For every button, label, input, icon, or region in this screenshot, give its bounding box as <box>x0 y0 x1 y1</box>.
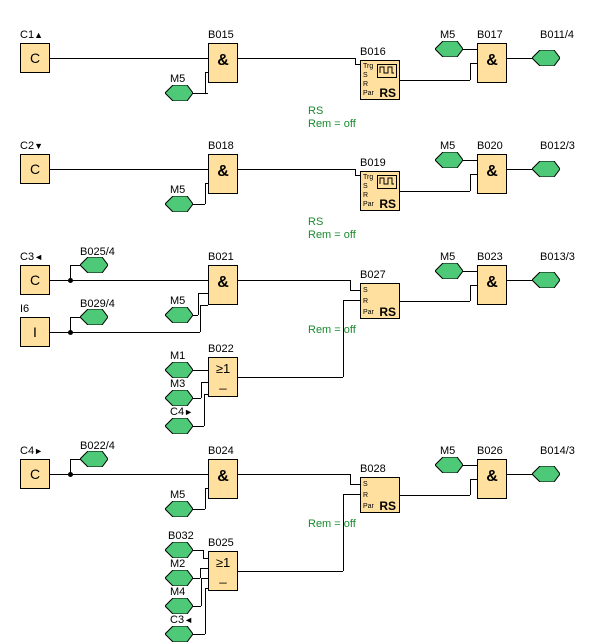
label-B027: B027 <box>360 269 386 281</box>
label-M5-1: M5 <box>170 73 185 85</box>
label-M5-7: M5 <box>170 489 185 501</box>
block-B026[interactable]: & <box>477 459 507 499</box>
param-B016: RS Rem = off <box>308 105 356 131</box>
param-B019: RS Rem = off <box>308 216 356 242</box>
flag-M5-3 <box>165 196 193 212</box>
label-B024: B024 <box>208 445 234 457</box>
flag-M5-7 <box>165 501 193 517</box>
block-B023[interactable]: & <box>477 265 507 305</box>
label-M5-4: M5 <box>440 140 455 152</box>
input-I6[interactable]: I <box>20 317 50 347</box>
label-B025: B025 <box>208 537 234 549</box>
diagram-canvas: { "inputs": { "C1": "C", "C2": "C", "C3"… <box>0 0 607 640</box>
label-B014: B014/3 <box>540 445 575 457</box>
flag-M4 <box>165 598 193 614</box>
label-B015: B015 <box>208 29 234 41</box>
label-C2: C2▼ <box>20 140 43 152</box>
input-C4[interactable]: C <box>20 459 50 489</box>
block-B022[interactable]: ≥1_ <box>208 357 238 397</box>
flag-M3 <box>165 390 193 406</box>
label-C3: C3◄ <box>20 251 43 263</box>
label-C4: C4► <box>20 445 43 457</box>
label-B013: B013/3 <box>540 251 575 263</box>
label-B011: B011/4 <box>540 29 574 41</box>
label-I6: I6 <box>20 303 29 315</box>
flag-M2 <box>165 570 193 586</box>
label-M5-6: M5 <box>440 251 455 263</box>
block-B015[interactable]: & <box>208 43 238 83</box>
label-C3i: C3◄ <box>170 614 193 626</box>
label-B018: B018 <box>208 140 234 152</box>
label-B016: B016 <box>360 46 386 58</box>
flag-B013 <box>532 272 560 288</box>
label-M5-3: M5 <box>170 184 185 196</box>
flag-B029-4 <box>80 309 108 325</box>
flag-M5-8 <box>435 457 463 473</box>
label-M5-8: M5 <box>440 445 455 457</box>
input-C2[interactable]: C <box>20 154 50 184</box>
label-B028: B028 <box>360 463 386 475</box>
flag-B011 <box>532 50 560 66</box>
flag-C4i <box>165 418 193 434</box>
label-B022: B022 <box>208 343 234 355</box>
flag-M5-4 <box>435 152 463 168</box>
label-B020: B020 <box>477 140 503 152</box>
block-B028[interactable]: S R Par RS <box>360 477 400 513</box>
block-B024[interactable]: & <box>208 459 238 499</box>
label-B032: B032 <box>168 530 194 542</box>
flag-B025-4 <box>80 257 108 273</box>
flag-M5-6 <box>435 263 463 279</box>
input-C1[interactable]: C <box>20 43 50 73</box>
label-C4i: C4► <box>170 406 193 418</box>
block-B020[interactable]: & <box>477 154 507 194</box>
block-B027[interactable]: S R Par RS <box>360 283 400 319</box>
flag-M1 <box>165 362 193 378</box>
label-M5-2: M5 <box>440 29 455 41</box>
param-B028: Rem = off <box>308 518 356 531</box>
block-B019[interactable]: Trg S R Par RS <box>360 171 400 211</box>
label-B012: B012/3 <box>540 140 575 152</box>
label-M3: M3 <box>170 378 185 390</box>
label-B026: B026 <box>477 445 503 457</box>
flag-M5-2 <box>435 41 463 57</box>
block-B021[interactable]: & <box>208 265 238 305</box>
input-C3[interactable]: C <box>20 265 50 295</box>
label-B019: B019 <box>360 157 386 169</box>
label-M2: M2 <box>170 558 185 570</box>
label-B021: B021 <box>208 251 234 263</box>
label-B023: B023 <box>477 251 503 263</box>
label-M4: M4 <box>170 586 185 598</box>
label-C1: C1▲ <box>20 29 43 41</box>
flag-M5-1 <box>165 85 193 101</box>
block-B017[interactable]: & <box>477 43 507 83</box>
block-B018[interactable]: & <box>208 154 238 194</box>
label-M5-5: M5 <box>170 295 185 307</box>
block-B025[interactable]: ≥1_ <box>208 551 238 591</box>
flag-B014 <box>532 466 560 482</box>
label-M1: M1 <box>170 350 185 362</box>
flag-M5-5 <box>165 307 193 323</box>
param-B027: Rem = off <box>308 324 356 337</box>
label-B017: B017 <box>477 29 503 41</box>
flag-B012 <box>532 161 560 177</box>
flag-B032 <box>165 542 193 558</box>
block-B016[interactable]: Trg S R Par RS <box>360 60 400 100</box>
flag-B022-4 <box>80 451 108 467</box>
